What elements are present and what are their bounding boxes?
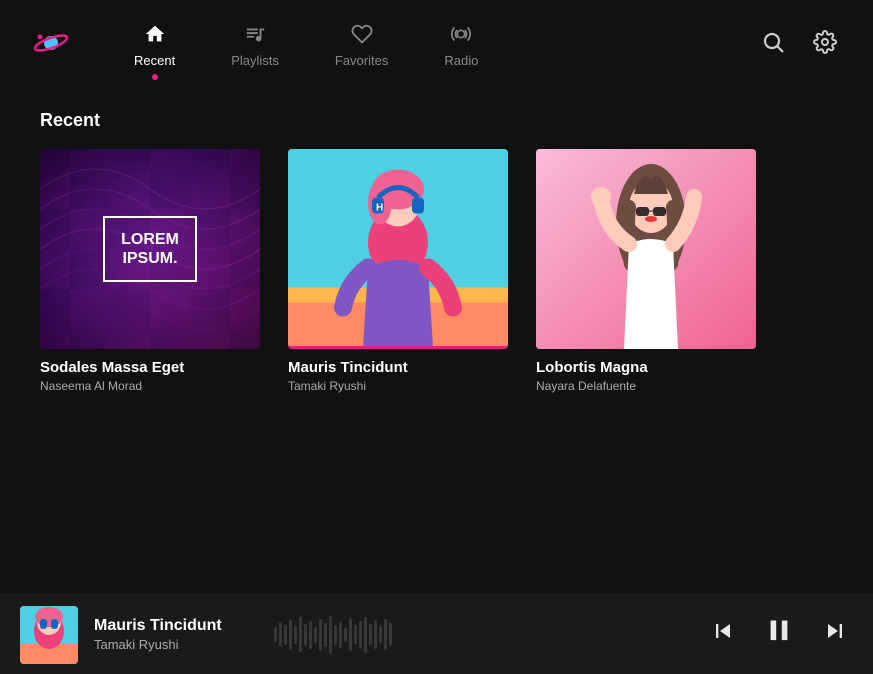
nav-items: Recent Playlists Favorites	[106, 15, 757, 76]
woman-artwork	[536, 149, 756, 349]
waveform-bar	[344, 628, 347, 642]
waveform-bar	[294, 626, 297, 644]
section-title: Recent	[40, 110, 833, 131]
waveform-bars	[274, 615, 653, 655]
nav-item-radio[interactable]: Radio	[416, 15, 506, 76]
player-thumbnail	[20, 606, 78, 664]
waveform-bar	[279, 622, 282, 647]
nav-label-favorites: Favorites	[335, 53, 388, 68]
prev-button[interactable]	[705, 613, 741, 656]
radio-icon	[450, 23, 472, 49]
nav-item-recent[interactable]: Recent	[106, 15, 203, 76]
card-title-1: Sodales Massa Eget	[40, 359, 260, 376]
waveform-bar	[329, 616, 332, 654]
top-navigation: Recent Playlists Favorites	[0, 0, 873, 90]
heart-icon	[351, 23, 373, 49]
waveform-bar	[369, 624, 372, 645]
waveform-bar	[324, 623, 327, 647]
search-button[interactable]	[757, 26, 789, 64]
card-mauris[interactable]: H Mauris Tincidunt Tamaki Ryushi	[288, 149, 508, 393]
settings-button[interactable]	[809, 26, 841, 64]
app-logo[interactable]	[32, 24, 70, 67]
player-track-title: Mauris Tincidunt	[94, 617, 254, 635]
player-thumb-image	[20, 606, 78, 664]
card-lobortis[interactable]: Lobortis Magna Nayara Delafuente	[536, 149, 756, 393]
lorem-line1: LOREM	[121, 230, 179, 249]
card-image-1: LOREM IPSUM.	[40, 149, 260, 349]
waveform-bar	[334, 625, 337, 645]
card-title-2: Mauris Tincidunt	[288, 359, 508, 376]
waveform-bar	[349, 618, 352, 651]
player-info: Mauris Tincidunt Tamaki Ryushi	[94, 617, 254, 652]
nav-item-favorites[interactable]: Favorites	[307, 15, 416, 76]
pause-button[interactable]	[757, 609, 800, 661]
waveform-bar	[304, 624, 307, 646]
lorem-ipsum-box: LOREM IPSUM.	[103, 216, 197, 282]
player-waveform	[274, 615, 653, 655]
nav-label-recent: Recent	[134, 53, 175, 68]
nav-label-playlists: Playlists	[231, 53, 279, 68]
waveform-bar	[359, 621, 362, 648]
cards-row: LOREM IPSUM. Sodales Massa Eget Naseema …	[40, 149, 833, 393]
next-button[interactable]	[817, 613, 853, 656]
waveform-bar	[339, 622, 342, 648]
waveform-bar	[319, 619, 322, 651]
card-artist-3: Nayara Delafuente	[536, 379, 756, 393]
waveform-bar	[314, 627, 317, 643]
card-sodales[interactable]: LOREM IPSUM. Sodales Massa Eget Naseema …	[40, 149, 260, 393]
card-artist-1: Naseema Al Morad	[40, 379, 260, 393]
waveform-bar	[274, 627, 277, 642]
waveform-bar	[374, 620, 377, 649]
nav-right-actions	[757, 26, 841, 64]
main-content: Recent	[0, 90, 873, 594]
card-image-3	[536, 149, 756, 349]
player-track-artist: Tamaki Ryushi	[94, 637, 254, 652]
card-title-3: Lobortis Magna	[536, 359, 756, 376]
svg-text:H: H	[376, 203, 383, 214]
waveform-bar	[384, 619, 387, 650]
lorem-line2: IPSUM.	[121, 249, 179, 268]
abstract-artwork: LOREM IPSUM.	[40, 149, 260, 349]
nav-label-radio: Radio	[444, 53, 478, 68]
waveform-bar	[364, 617, 367, 653]
card-artist-2: Tamaki Ryushi	[288, 379, 508, 393]
playlists-icon	[244, 23, 266, 49]
waveform-bar	[309, 621, 312, 649]
waveform-bar	[354, 625, 357, 644]
waveform-bar	[299, 617, 302, 652]
card-image-2: H	[288, 149, 508, 349]
home-icon	[144, 23, 166, 49]
nav-item-playlists[interactable]: Playlists	[203, 15, 307, 76]
waveform-bar	[284, 625, 287, 645]
waveform-bar	[389, 623, 392, 646]
headphones-artwork: H	[288, 149, 508, 346]
waveform-bar	[289, 620, 292, 650]
player-controls	[673, 613, 853, 656]
player-bar: Mauris Tincidunt Tamaki Ryushi	[0, 594, 873, 674]
waveform-bar	[379, 626, 382, 643]
